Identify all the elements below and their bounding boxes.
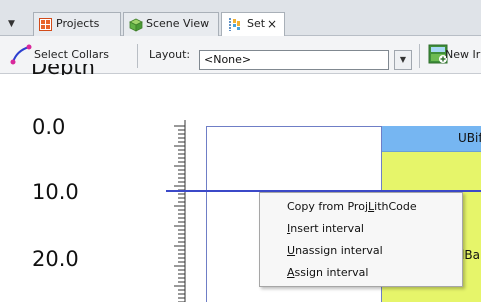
tab-set[interactable]: Set × bbox=[221, 12, 285, 37]
tab-projects[interactable]: Projects bbox=[33, 12, 121, 36]
depth-label: 0.0 bbox=[32, 115, 66, 139]
menu-item-copy-from-projlithcode[interactable]: Copy from ProjLithCode bbox=[287, 200, 417, 213]
tab-list-dropdown-icon[interactable]: ▼ bbox=[8, 19, 15, 29]
close-icon[interactable]: × bbox=[267, 13, 277, 35]
layout-select-value: <None> bbox=[204, 53, 252, 66]
tab-set-label: Set bbox=[247, 17, 266, 30]
new-interval-button[interactable]: New Ir bbox=[445, 48, 480, 61]
context-menu: Copy from ProjLithCode Insert interval U… bbox=[259, 192, 463, 287]
chevron-down-icon[interactable]: ▼ bbox=[394, 50, 412, 70]
depth-ruler bbox=[174, 120, 186, 302]
layout-select[interactable]: <None> bbox=[199, 50, 389, 70]
depth-label: 20.0 bbox=[32, 247, 79, 271]
tab-strip: ▼ Projects Scene View Set × bbox=[0, 0, 481, 37]
layout-label: Layout: bbox=[149, 48, 191, 61]
unit-mid-label: lBa bbox=[461, 248, 480, 262]
tab-projects-label: Projects bbox=[56, 17, 100, 30]
unit-top-label: UBif bbox=[458, 131, 481, 145]
menu-item-insert-interval[interactable]: Insert interval bbox=[287, 222, 364, 235]
select-collars-button[interactable]: Select Collars bbox=[34, 48, 109, 61]
axis-title: Depth bbox=[31, 64, 95, 75]
tab-scene-view-label: Scene View bbox=[146, 17, 210, 30]
menu-item-unassign-interval[interactable]: Unassign interval bbox=[287, 244, 383, 257]
menu-item-assign-interval[interactable]: Assign interval bbox=[287, 266, 368, 279]
bar-chart-icon bbox=[229, 18, 240, 31]
grid-icon bbox=[39, 18, 52, 31]
tab-scene-view[interactable]: Scene View bbox=[123, 12, 219, 36]
toolbar-separator bbox=[419, 44, 420, 68]
toolbar-separator bbox=[137, 44, 138, 68]
cube-icon bbox=[129, 18, 143, 32]
depth-label: 10.0 bbox=[32, 180, 79, 204]
select-collars-icon bbox=[10, 44, 32, 65]
